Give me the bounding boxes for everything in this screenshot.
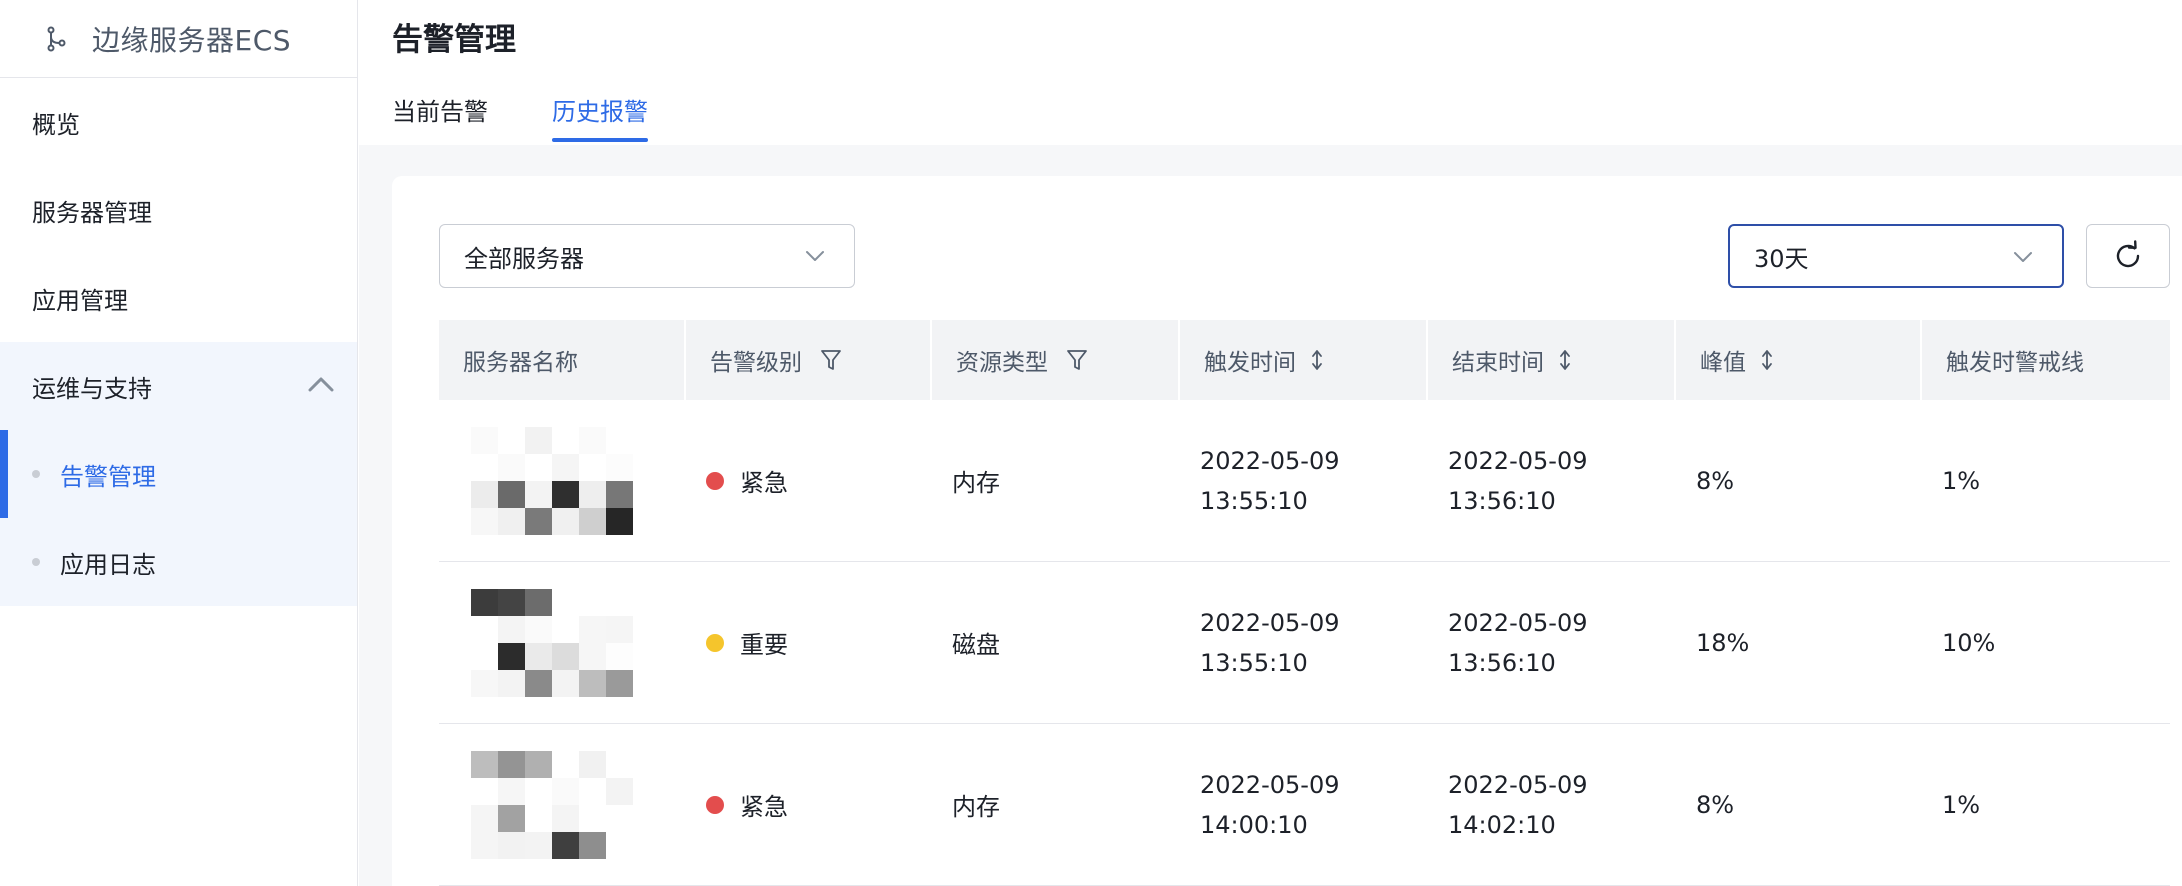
bullet-dot-icon xyxy=(32,470,40,478)
server-name-redacted xyxy=(471,750,633,859)
end-clock: 13:56:10 xyxy=(1448,486,1556,515)
column-label: 资源类型 xyxy=(956,350,1048,376)
column-label: 告警级别 xyxy=(710,350,802,376)
nav-group-ops-support: 运维与支持 告警管理 应用日志 xyxy=(0,342,357,606)
level-label: 紧急 xyxy=(740,469,788,497)
nav-item-server-management[interactable]: 服务器管理 xyxy=(0,166,357,254)
server-select[interactable]: 全部服务器 xyxy=(439,224,855,288)
alarm-history-table: 服务器名称 告警级别 资源类型 触发时间 结束时间 峰值 触发时警戒线 紧急 内… xyxy=(439,320,2170,886)
column-label: 触发时间 xyxy=(1204,350,1296,376)
end-time-cell: 2022-05-09 13:56:10 xyxy=(1428,400,1676,561)
page-header: 告警管理 当前告警 历史报警 xyxy=(359,0,2182,145)
end-time-cell: 2022-05-09 13:56:10 xyxy=(1428,562,1676,723)
peak-cell: 8% xyxy=(1696,466,1735,495)
sub-item-label: 告警管理 xyxy=(60,462,156,491)
active-tab-indicator xyxy=(552,138,648,142)
chevron-up-icon[interactable] xyxy=(307,374,335,394)
page-title: 告警管理 xyxy=(392,22,516,58)
alarm-card: 全部服务器 30天 服务器名称 告警级别 资源类型 触发时间 结束时间 峰值 触… xyxy=(392,176,2182,886)
time-range-select[interactable]: 30天 xyxy=(1728,224,2064,288)
level-dot-icon xyxy=(706,633,724,652)
trigger-date: 2022-05-09 xyxy=(1200,446,1340,475)
server-name-redacted xyxy=(471,588,633,697)
server-select-value: 全部服务器 xyxy=(464,244,584,273)
column-header-end-time: 结束时间 xyxy=(1428,320,1676,400)
end-clock: 13:56:10 xyxy=(1448,648,1556,677)
level-cell: 重要 xyxy=(686,562,932,723)
brand[interactable]: 边缘服务器ECS xyxy=(0,0,357,78)
nav-item-overview[interactable]: 概览 xyxy=(0,78,357,166)
sort-icon[interactable] xyxy=(1554,348,1576,372)
column-header-peak: 峰值 xyxy=(1676,320,1922,400)
column-header-trigger-time: 触发时间 xyxy=(1180,320,1428,400)
sub-item-label: 应用日志 xyxy=(60,550,156,579)
edge-node-icon xyxy=(47,26,66,51)
table-header: 服务器名称 告警级别 资源类型 触发时间 结束时间 峰值 触发时警戒线 xyxy=(439,320,2170,400)
trigger-date: 2022-05-09 xyxy=(1200,608,1340,637)
tab-history-alarms[interactable]: 历史报警 xyxy=(552,92,648,127)
peak-cell: 18% xyxy=(1696,628,1750,657)
level-label: 紧急 xyxy=(740,793,788,821)
tab-current-alarms[interactable]: 当前告警 xyxy=(392,92,488,127)
column-label: 触发时警戒线 xyxy=(1946,350,2084,376)
nav-item-ops-support-label: 运维与支持 xyxy=(32,374,152,403)
trigger-date: 2022-05-09 xyxy=(1200,770,1340,799)
main-content: 告警管理 当前告警 历史报警 全部服务器 30天 服务器名称 告警级别 资源类型… xyxy=(359,0,2182,886)
table-row[interactable]: 紧急 内存 2022-05-09 13:55:10 2022-05-09 13:56… xyxy=(439,400,2170,562)
threshold-cell: 1% xyxy=(1942,466,1981,495)
end-date: 2022-05-09 xyxy=(1448,608,1588,637)
table-row[interactable]: 紧急 内存 2022-05-09 14:00:10 2022-05-09 14:02… xyxy=(439,724,2170,886)
column-label: 结束时间 xyxy=(1452,350,1544,376)
resource-cell: 内存 xyxy=(952,793,1000,821)
chevron-down-icon xyxy=(806,251,824,261)
filter-icon[interactable] xyxy=(820,348,842,372)
nav-item-app-management[interactable]: 应用管理 xyxy=(0,254,357,342)
column-label: 服务器名称 xyxy=(463,350,578,376)
end-clock: 14:02:10 xyxy=(1448,810,1556,839)
column-label: 峰值 xyxy=(1700,350,1746,376)
trigger-time-cell: 2022-05-09 13:55:10 xyxy=(1180,400,1428,561)
resource-cell: 磁盘 xyxy=(952,631,1000,659)
bullet-dot-icon xyxy=(32,558,40,566)
level-label: 重要 xyxy=(740,631,788,659)
peak-cell: 8% xyxy=(1696,790,1735,819)
server-name-cell xyxy=(439,400,686,561)
end-date: 2022-05-09 xyxy=(1448,770,1588,799)
sub-item-alarm-management[interactable]: 告警管理 xyxy=(0,430,357,518)
end-time-cell: 2022-05-09 14:02:10 xyxy=(1428,724,1676,885)
level-cell: 紧急 xyxy=(686,724,932,885)
sort-icon[interactable] xyxy=(1756,348,1778,372)
server-name-redacted xyxy=(471,426,633,535)
column-header-level: 告警级别 xyxy=(686,320,932,400)
level-dot-icon xyxy=(706,471,724,490)
sort-icon[interactable] xyxy=(1306,348,1328,372)
nav-item-ops-support[interactable]: 运维与支持 xyxy=(0,342,357,430)
threshold-cell: 1% xyxy=(1942,790,1981,819)
column-header-resource-type: 资源类型 xyxy=(932,320,1180,400)
filter-icon[interactable] xyxy=(1066,348,1088,372)
time-range-select-value: 30天 xyxy=(1754,244,1809,273)
refresh-button[interactable] xyxy=(2086,224,2170,288)
column-header-threshold: 触发时警戒线 xyxy=(1922,320,2170,400)
brand-name: 边缘服务器ECS xyxy=(92,23,292,57)
level-dot-icon xyxy=(706,795,724,814)
trigger-clock: 14:00:10 xyxy=(1200,810,1308,839)
chevron-down-icon xyxy=(2014,252,2032,262)
level-cell: 紧急 xyxy=(686,400,932,561)
column-header-server-name: 服务器名称 xyxy=(439,320,686,400)
resource-cell: 内存 xyxy=(952,469,1000,497)
sidebar: 边缘服务器ECS 概览 服务器管理 应用管理 运维与支持 告警管理 应用日志 xyxy=(0,0,358,886)
threshold-cell: 10% xyxy=(1942,628,1996,657)
trigger-clock: 13:55:10 xyxy=(1200,486,1308,515)
trigger-time-cell: 2022-05-09 13:55:10 xyxy=(1180,562,1428,723)
end-date: 2022-05-09 xyxy=(1448,446,1588,475)
sub-item-app-logs[interactable]: 应用日志 xyxy=(0,518,357,606)
server-name-cell xyxy=(439,724,686,885)
server-name-cell xyxy=(439,562,686,723)
refresh-icon xyxy=(2116,240,2140,268)
trigger-clock: 13:55:10 xyxy=(1200,648,1308,677)
table-row[interactable]: 重要 磁盘 2022-05-09 13:55:10 2022-05-09 13:56… xyxy=(439,562,2170,724)
trigger-time-cell: 2022-05-09 14:00:10 xyxy=(1180,724,1428,885)
